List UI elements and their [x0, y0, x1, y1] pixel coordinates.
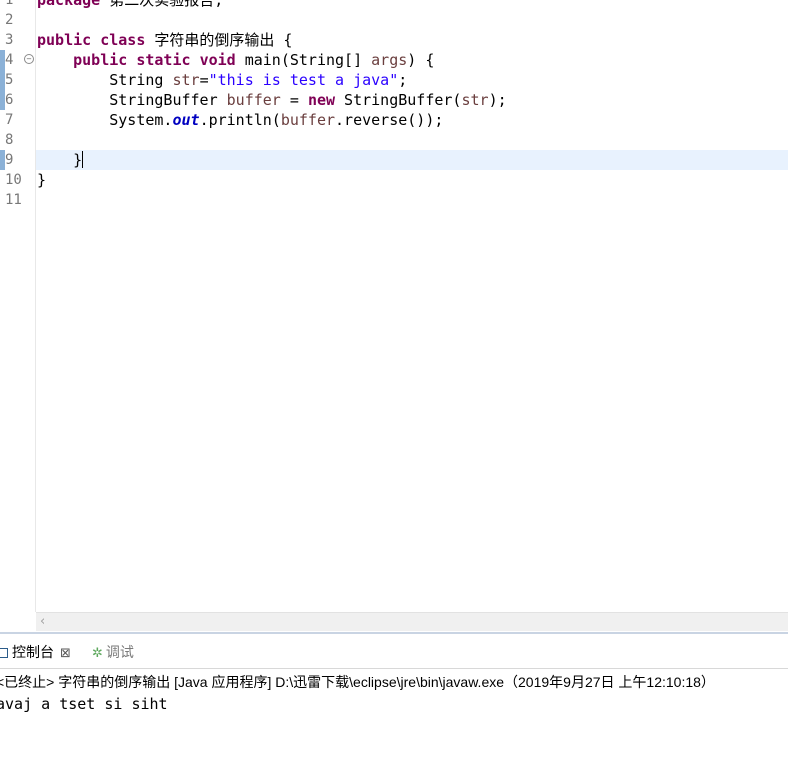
text-caret: [82, 151, 84, 168]
line-number: 4: [5, 52, 14, 68]
line-number: 8: [5, 132, 14, 148]
token-fld: out: [172, 111, 200, 129]
line-number: 2: [5, 12, 14, 28]
token: String: [37, 71, 173, 89]
token-var: args: [371, 51, 408, 69]
token-var: buffer: [226, 91, 281, 109]
token-kw: class: [100, 31, 146, 49]
console-tab-bar: 控制台 ⊠ ✲ 调试: [0, 634, 788, 669]
current-line-highlight: [36, 150, 788, 170]
tab-console-label: 控制台: [12, 644, 54, 660]
token-str: "this is test a java": [208, 71, 399, 89]
token: 第二次实验报告;: [100, 0, 224, 9]
token: }: [37, 151, 83, 169]
line-number: 1: [5, 0, 14, 8]
tab-debug-label: 调试: [105, 644, 134, 660]
code-line[interactable]: }: [37, 170, 46, 190]
code-line[interactable]: }: [37, 150, 84, 170]
line-number: 3: [5, 32, 14, 48]
token: ;: [398, 71, 408, 89]
code-line[interactable]: package 第二次实验报告;: [37, 0, 223, 10]
token: .println(: [199, 111, 281, 129]
token: 字符串的倒序输出 {: [145, 31, 293, 49]
line-number: 6: [5, 92, 14, 108]
token-kw: package: [37, 0, 101, 9]
tab-debug[interactable]: ✲ 调试: [92, 642, 134, 662]
code-line[interactable]: StringBuffer buffer = new StringBuffer(s…: [37, 90, 507, 110]
token: );: [488, 91, 507, 109]
scroll-left-icon[interactable]: ‹: [40, 613, 45, 630]
token: =: [280, 91, 308, 109]
token: System.: [37, 111, 173, 129]
debug-icon: ✲: [92, 645, 103, 660]
tab-console[interactable]: 控制台 ⊠: [0, 642, 71, 662]
code-line[interactable]: public static void main(String[] args) {: [37, 50, 434, 70]
console-output[interactable]: avaj a tset si siht: [0, 694, 168, 714]
line-number: 9: [5, 152, 14, 168]
console-icon: [0, 648, 8, 658]
token-kw: new: [307, 91, 336, 109]
token-var: str: [461, 91, 489, 109]
horizontal-scrollbar[interactable]: ‹: [36, 612, 788, 631]
token: main(String[]: [235, 51, 372, 69]
line-number: 5: [5, 72, 14, 88]
line-number: 10: [5, 172, 22, 188]
code-line[interactable]: public class 字符串的倒序输出 {: [37, 30, 292, 50]
token-kw: public: [73, 51, 128, 69]
line-number: 11: [5, 192, 22, 208]
token: StringBuffer(: [335, 91, 462, 109]
line-number: 7: [5, 112, 14, 128]
code-editor[interactable]: − 1 package 第二次实验报告; 2 3 public class 字符串的倒序…: [0, 0, 788, 612]
token-kw: static: [136, 51, 191, 69]
token-var: buffer: [280, 111, 336, 129]
close-tab-icon[interactable]: ⊠: [60, 645, 71, 660]
token-kw: public: [37, 31, 92, 49]
token: ) {: [407, 51, 435, 69]
token-var: str: [172, 71, 200, 89]
token: .reverse());: [335, 111, 444, 129]
token-kw: void: [199, 51, 236, 69]
token: StringBuffer: [37, 91, 227, 109]
code-line[interactable]: System.out.println(buffer.reverse());: [37, 110, 443, 130]
console-status-line: <已终止> 字符串的倒序输出 [Java 应用程序] D:\迅雷下载\eclip…: [0, 674, 715, 690]
token: =: [199, 71, 209, 89]
token: }: [37, 171, 47, 189]
code-line[interactable]: String str="this is test a java";: [37, 70, 407, 90]
